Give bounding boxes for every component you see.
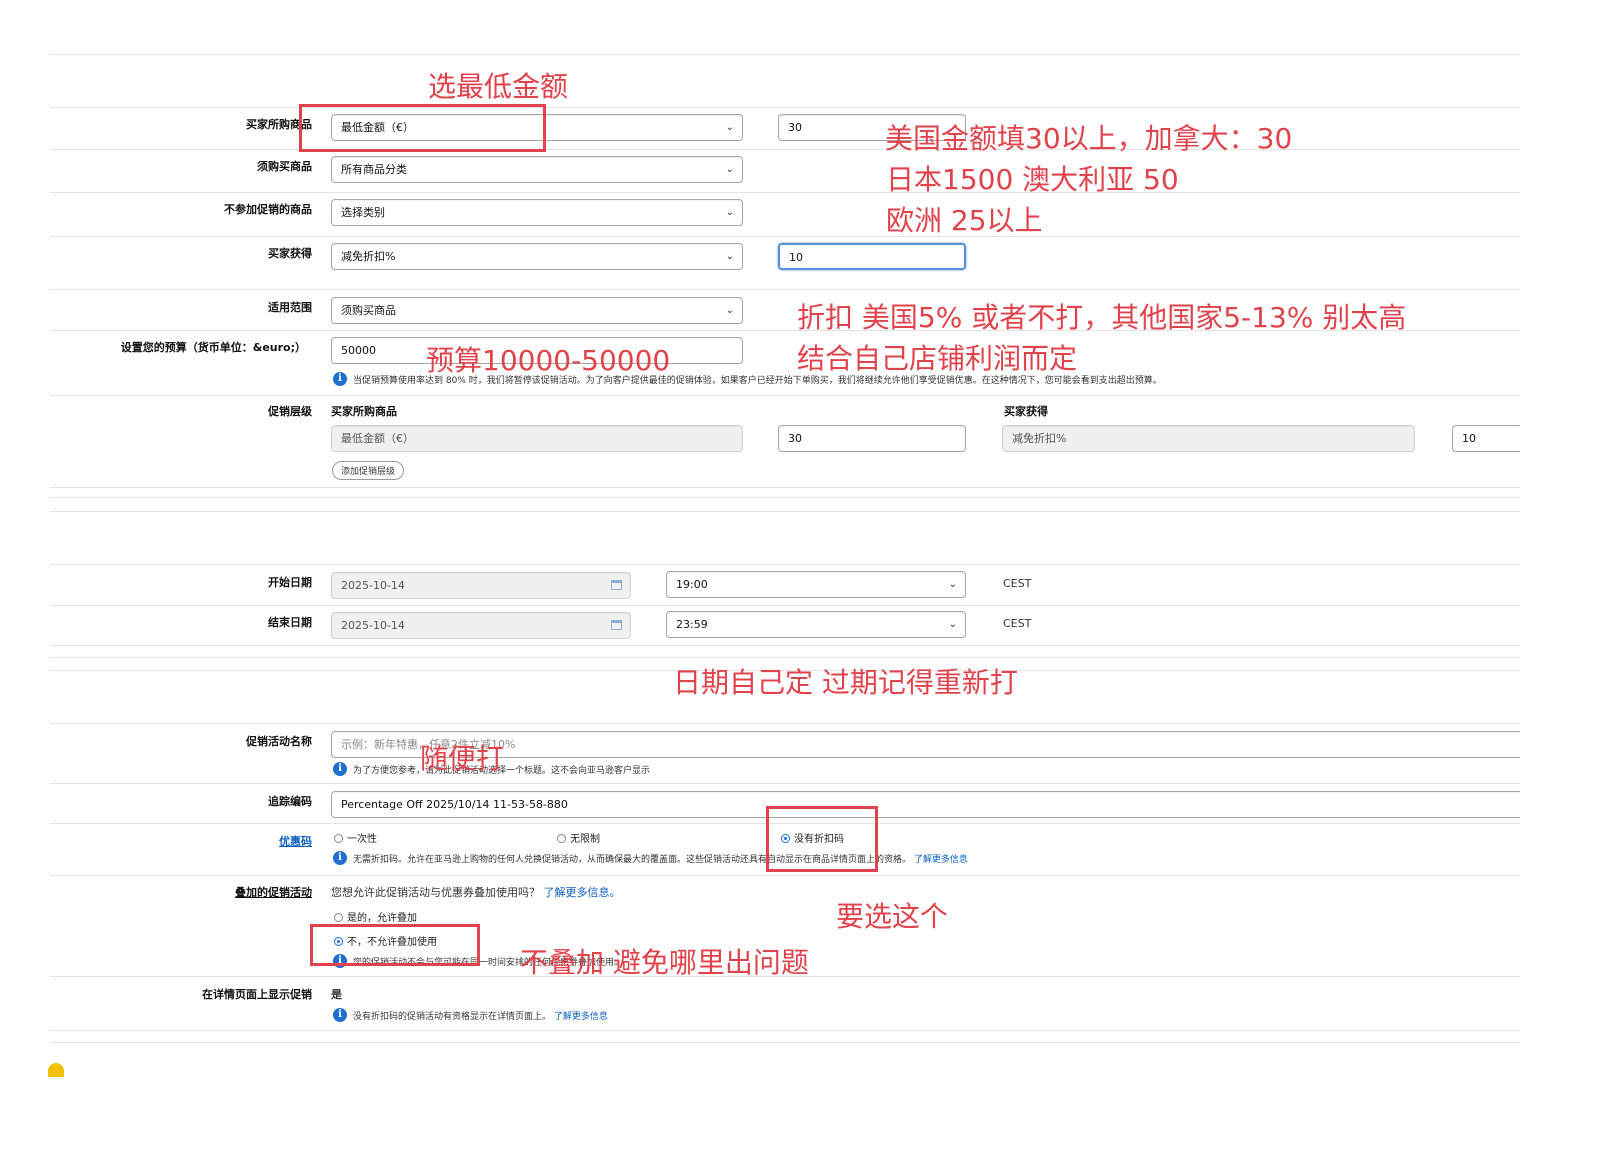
tier-get-amount-input[interactable]: 10 xyxy=(1452,425,1520,452)
end-date-label: 结束日期 xyxy=(268,616,312,629)
promo-name-label: 促销活动名称 xyxy=(246,735,312,748)
chevron-down-icon: ⌄ xyxy=(725,305,734,316)
tier-get-select: 减免折扣% xyxy=(1002,425,1415,452)
start-date-value: 2025-10-14 xyxy=(341,579,405,592)
tiers-col-get: 买家获得 xyxy=(1004,405,1048,418)
end-date-value: 2025-10-14 xyxy=(341,619,405,632)
detail-page-note-text: 没有折扣码的促销活动有资格显示在详情页面上。 xyxy=(353,1012,552,1022)
tier-buy-select: 最低金额（€） xyxy=(331,425,743,452)
info-icon: i xyxy=(333,372,347,386)
end-time-value: 23:59 xyxy=(676,618,708,631)
stacking-option-yes[interactable]: 是的，允许叠加 xyxy=(334,909,417,924)
annotation-date: 日期自己定 过期记得重新打 xyxy=(673,666,1018,699)
buyer-gets-select[interactable]: 减免折扣% ⌄ xyxy=(331,243,743,270)
radio-icon[interactable] xyxy=(334,834,343,843)
info-icon: i xyxy=(333,851,347,865)
buyer-gets-amount-input[interactable]: 10 xyxy=(778,243,966,270)
annotation-name: 随便打 xyxy=(420,742,505,775)
annotation-no-stacking: 不叠加 避免哪里出问题 xyxy=(520,946,809,979)
annotation-box-no-coupon xyxy=(766,806,878,872)
end-date-input[interactable]: 2025-10-14 xyxy=(331,612,631,639)
add-tier-button[interactable]: 添加促销层级 xyxy=(332,461,405,480)
annotation-profit: 结合自己店铺利润而定 xyxy=(797,342,1078,375)
tracking-label: 追踪编码 xyxy=(268,795,312,808)
annotation-eu: 欧洲 25以上 xyxy=(886,204,1043,237)
coupon-option-unlimited-label: 无限制 xyxy=(570,834,600,845)
stacking-learn-more-link[interactable]: 了解更多信息。 xyxy=(544,886,621,899)
chat-icon[interactable] xyxy=(48,1063,64,1077)
annotation-choose-this: 要选这个 xyxy=(836,900,949,933)
coupon-option-once-label: 一次性 xyxy=(347,834,377,845)
buyer-purchases-amount: 30 xyxy=(788,121,802,134)
tiers-col-buy: 买家所购商品 xyxy=(331,405,397,418)
tier-buy-value: 最低金额（€） xyxy=(341,432,414,445)
detail-page-learn-more-link[interactable]: 了解更多信息 xyxy=(554,1012,608,1022)
annotation-box-min-amount xyxy=(299,104,546,152)
annotation-us-amount: 美国金额填30以上，加拿大：30 xyxy=(885,122,1293,155)
info-icon: i xyxy=(333,1008,347,1022)
excluded-items-select[interactable]: 选择类别 ⌄ xyxy=(331,199,743,226)
annotation-jp-au: 日本1500 澳大利亚 50 xyxy=(886,163,1179,196)
chevron-down-icon: ⌄ xyxy=(948,579,957,590)
annotation-min-amount: 选最低金额 xyxy=(428,70,569,103)
purchased-items-select[interactable]: 所有商品分类 ⌄ xyxy=(331,156,743,183)
chevron-down-icon: ⌄ xyxy=(725,207,734,218)
stacking-question: 您想允许此促销活动与优惠券叠加使用吗？ 了解更多信息。 xyxy=(331,884,621,900)
stacking-question-text: 您想允许此促销活动与优惠券叠加使用吗？ xyxy=(331,886,540,899)
chevron-down-icon: ⌄ xyxy=(725,122,734,133)
purchased-items-label: 须购买商品 xyxy=(257,160,312,173)
detail-page-label: 在详情页面上显示促销 xyxy=(202,988,312,1001)
detail-page-note: 没有折扣码的促销活动有资格显示在详情页面上。 了解更多信息 xyxy=(353,1009,608,1022)
coupon-label[interactable]: 优惠码 xyxy=(279,833,312,849)
buyer-gets-value: 减免折扣% xyxy=(341,250,396,263)
coupon-option-once[interactable]: 一次性 xyxy=(334,830,377,845)
end-time-select[interactable]: 23:59 ⌄ xyxy=(666,611,966,638)
scope-select[interactable]: 须购买商品 ⌄ xyxy=(331,297,743,324)
purchased-items-value: 所有商品分类 xyxy=(341,163,407,176)
calendar-icon[interactable] xyxy=(611,580,622,590)
buyer-gets-label: 买家获得 xyxy=(268,247,312,260)
tier-get-value: 减免折扣% xyxy=(1012,432,1067,445)
start-date-label: 开始日期 xyxy=(268,576,312,589)
annotation-discount: 折扣 美国5% 或者不打，其他国家5-13% 别太高 xyxy=(797,301,1407,334)
detail-page-value: 是 xyxy=(331,988,342,1001)
start-timezone: CEST xyxy=(1003,577,1032,590)
budget-label: 设置您的预算（货币单位：&euro;） xyxy=(120,341,306,354)
start-time-select[interactable]: 19:00 ⌄ xyxy=(666,571,966,598)
tier-buy-amount-input[interactable]: 30 xyxy=(778,425,966,452)
stacking-label: 叠加的促销活动 xyxy=(235,886,312,899)
tiers-label: 促销层级 xyxy=(268,405,312,418)
chevron-down-icon: ⌄ xyxy=(948,619,957,630)
start-date-input[interactable]: 2025-10-14 xyxy=(331,572,631,599)
annotation-budget: 预算10000-50000 xyxy=(426,344,671,377)
tracking-value: Percentage Off 2025/10/14 11-53-58-880 xyxy=(341,798,568,811)
excluded-items-value: 选择类别 xyxy=(341,206,385,219)
coupon-option-unlimited[interactable]: 无限制 xyxy=(557,830,600,845)
excluded-items-label: 不参加促销的商品 xyxy=(224,203,312,216)
scope-label: 适用范围 xyxy=(268,301,312,314)
stacking-option-yes-label: 是的，允许叠加 xyxy=(347,913,417,924)
tier-buy-amount: 30 xyxy=(788,432,802,445)
coupon-learn-more-link[interactable]: 了解更多信息 xyxy=(914,855,968,865)
scope-value: 须购买商品 xyxy=(341,304,396,317)
tracking-input[interactable]: Percentage Off 2025/10/14 11-53-58-880 xyxy=(331,791,1520,818)
budget-value: 50000 xyxy=(341,344,376,357)
chevron-down-icon: ⌄ xyxy=(725,164,734,175)
buyer-gets-amount: 10 xyxy=(789,251,803,264)
start-time-value: 19:00 xyxy=(676,578,708,591)
calendar-icon[interactable] xyxy=(611,620,622,630)
end-timezone: CEST xyxy=(1003,617,1032,630)
info-icon: i xyxy=(333,762,347,776)
tier-get-amount: 10 xyxy=(1462,432,1476,445)
promo-name-input[interactable]: 示例：新年特惠，任意2件立减10% xyxy=(331,731,1520,758)
chevron-down-icon: ⌄ xyxy=(725,251,734,262)
radio-icon[interactable] xyxy=(557,834,566,843)
annotation-box-no-stacking xyxy=(310,924,480,966)
radio-icon[interactable] xyxy=(334,913,343,922)
